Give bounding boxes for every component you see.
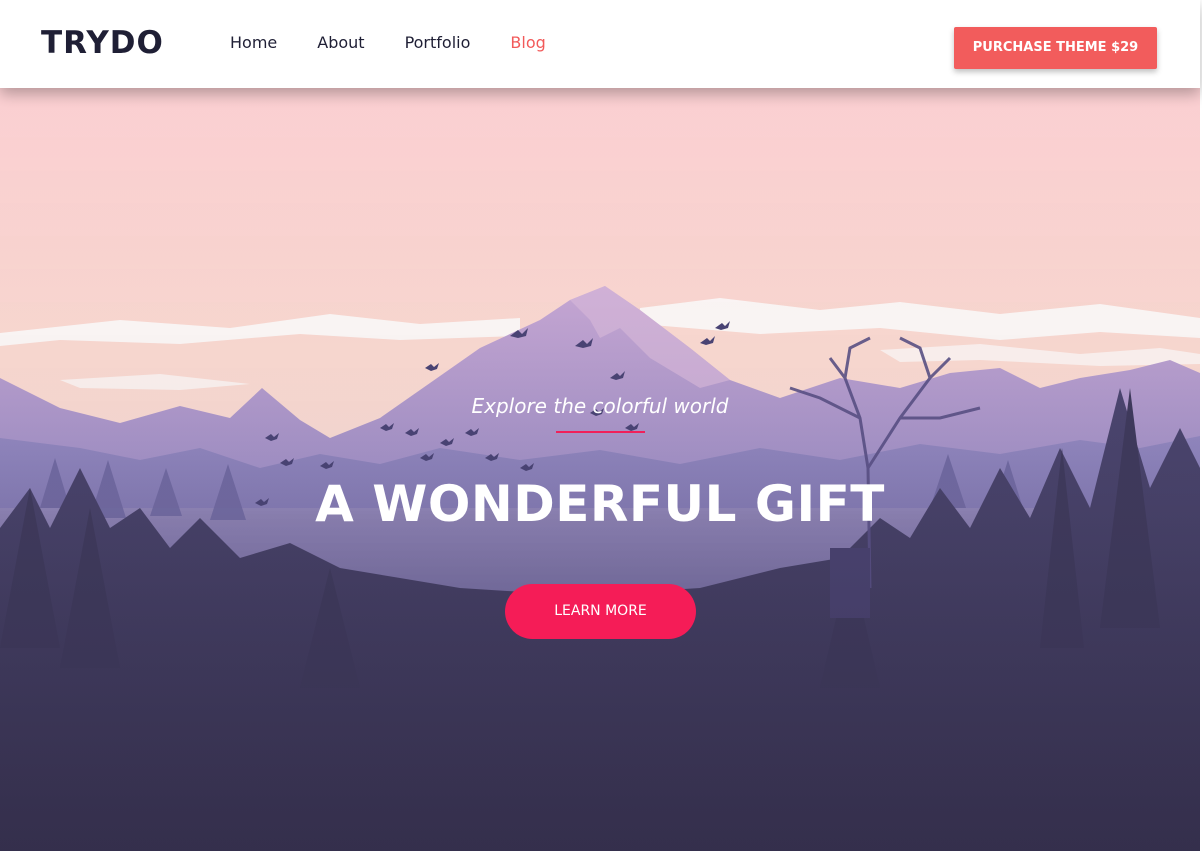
page: TRYDO Home About Portfolio Blog PURCHASE… <box>0 0 1202 851</box>
purchase-theme-button[interactable]: PURCHASE THEME $29 <box>954 27 1157 69</box>
nav-item-portfolio[interactable]: Portfolio <box>405 32 471 54</box>
site-header: TRYDO Home About Portfolio Blog PURCHASE… <box>0 0 1200 88</box>
learn-more-button[interactable]: LEARN MORE <box>505 584 696 639</box>
subtitle-underline <box>556 431 645 433</box>
hero-subtitle: Explore the colorful world <box>471 394 729 418</box>
hero-section: Explore the colorful world A WONDERFUL G… <box>0 88 1200 851</box>
hero-title: A WONDERFUL GIFT <box>315 475 885 533</box>
nav-item-blog[interactable]: Blog <box>510 32 545 54</box>
nav-item-home[interactable]: Home <box>230 32 277 54</box>
main-nav: Home About Portfolio Blog <box>230 32 586 54</box>
nav-item-about[interactable]: About <box>317 32 364 54</box>
logo[interactable]: TRYDO <box>41 23 164 63</box>
hero-landscape-illustration <box>0 88 1200 851</box>
